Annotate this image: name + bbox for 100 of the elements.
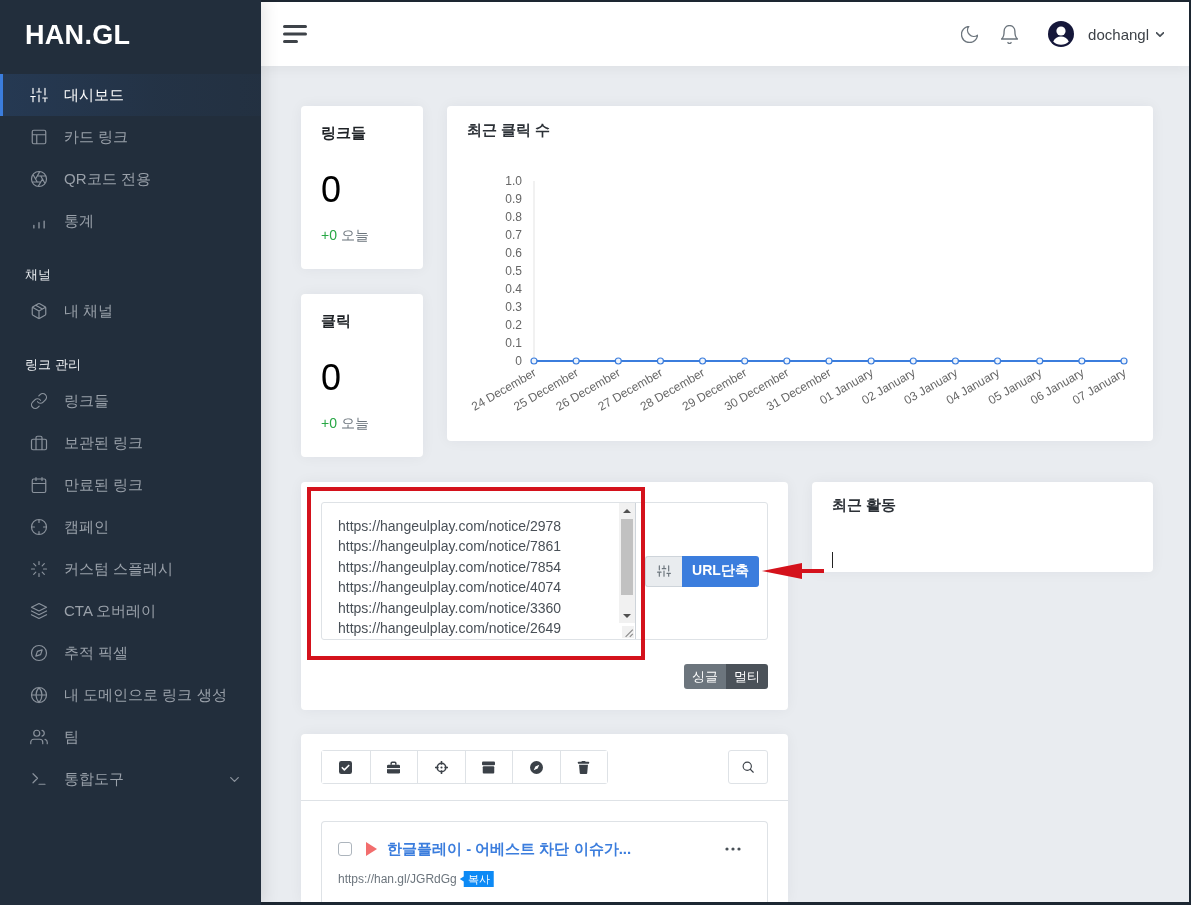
- chevron-down-icon: [230, 776, 239, 782]
- url-textarea[interactable]: https://hangeulplay.com/notice/2978 https://hangeulplay.com/notice/7861 https://hangeulplay.com/notice/7854 https://hangeulplay.com/notice/4074 https://hangeulplay.com/notice/3360 https://hangeulplay.com/notice/2649: [322, 503, 636, 639]
- sidebar-item[interactable]: 보관된 링크: [0, 422, 261, 464]
- data-point: [698, 357, 707, 365]
- y-tick-label: 0: [515, 354, 522, 369]
- stat-period: 오늘: [340, 414, 369, 433]
- mode-toggle-button[interactable]: 싱글: [684, 664, 726, 689]
- data-point: [909, 357, 917, 365]
- stat-change: +0: [321, 226, 337, 245]
- scrollbar-thumb[interactable]: [621, 519, 633, 595]
- copy-button[interactable]: 복사: [459, 871, 494, 887]
- stat-change: +0: [321, 414, 337, 433]
- data-point: [1036, 357, 1044, 365]
- sliders-icon: [30, 86, 48, 104]
- scroll-down-icon[interactable]: [623, 614, 631, 618]
- compass-icon: [30, 644, 48, 662]
- sliders-icon: [657, 564, 671, 578]
- chevron-down-icon: [1156, 31, 1164, 37]
- checkbox[interactable]: [338, 842, 352, 856]
- sidebar-item[interactable]: 추적 픽셀: [0, 632, 261, 674]
- shorten-url-button[interactable]: URL단축: [682, 555, 759, 587]
- data-point: [614, 357, 622, 365]
- briefcase-icon: [30, 434, 48, 452]
- bar-chart-icon: [33, 219, 45, 229]
- sidebar-item[interactable]: 팀: [0, 716, 261, 758]
- y-tick-label: 0.4: [505, 282, 522, 297]
- data-point: [1120, 357, 1128, 365]
- sidebar-item[interactable]: 만료된 링크: [0, 464, 261, 506]
- data-point: [656, 357, 665, 365]
- data-point: [993, 357, 1002, 365]
- menu-icon[interactable]: [283, 25, 307, 43]
- link-title[interactable]: 한글플레이 - 어베스트 차단 이슈가...: [387, 839, 632, 859]
- toolbar-button[interactable]: [559, 751, 607, 783]
- sidebar-section-header: 링크 관리: [24, 356, 81, 374]
- compass-icon: [529, 760, 543, 774]
- stat-title: 클릭: [321, 312, 351, 330]
- text-caret-icon: [832, 552, 833, 568]
- terminal-icon: [30, 770, 48, 788]
- stat-value: 0: [321, 356, 342, 400]
- trash-icon: [577, 760, 591, 774]
- bell-icon[interactable]: [1001, 24, 1019, 44]
- logo[interactable]: HAN.GL: [25, 21, 131, 49]
- data-point: [741, 357, 749, 365]
- sidebar-item[interactable]: 내 채널: [0, 290, 261, 332]
- data-point: [572, 357, 580, 365]
- sidebar-item[interactable]: 대시보드: [0, 74, 261, 116]
- search-button[interactable]: [728, 750, 768, 784]
- search-icon: [742, 761, 754, 773]
- mode-toggle-button[interactable]: 멀티: [726, 664, 768, 689]
- layout-icon: [30, 128, 48, 146]
- stat-period: 오늘: [340, 226, 369, 245]
- y-tick-label: 0.3: [505, 300, 522, 315]
- sidebar-item[interactable]: 내 도메인으로 링크 생성: [0, 674, 261, 716]
- short-url[interactable]: https://han.gl/JGRdGg: [338, 872, 457, 886]
- avatar-icon[interactable]: [1048, 21, 1075, 47]
- annotation-arrow: [762, 562, 824, 580]
- archive-icon: [482, 760, 496, 774]
- stat-title: 링크들: [321, 124, 366, 142]
- cube-icon: [30, 302, 48, 320]
- aperture-icon: [30, 170, 48, 188]
- data-point: [1078, 357, 1086, 365]
- y-tick-label: 1.0: [505, 174, 522, 189]
- y-tick-label: 0.6: [505, 246, 522, 261]
- sidebar-item[interactable]: CTA 오버레이: [0, 590, 261, 632]
- moon-icon[interactable]: [961, 25, 979, 43]
- scroll-up-icon[interactable]: [623, 509, 631, 513]
- more-icon[interactable]: [725, 847, 741, 851]
- y-tick-label: 0.9: [505, 192, 522, 207]
- sidebar-item[interactable]: 통합도구: [0, 758, 261, 800]
- play-icon[interactable]: [366, 842, 377, 856]
- data-point: [530, 357, 538, 365]
- layers-icon: [30, 602, 48, 620]
- y-tick-label: 0.8: [505, 210, 522, 225]
- y-tick-label: 0.5: [505, 264, 522, 279]
- sidebar-item[interactable]: 카드 링크: [0, 116, 261, 158]
- crosshair-icon: [434, 760, 448, 774]
- globe-icon: [30, 686, 48, 704]
- activity-title: 최근 활동: [832, 495, 897, 515]
- scrollbar[interactable]: [619, 503, 635, 623]
- y-tick-label: 0.2: [505, 318, 522, 333]
- link-icon: [30, 392, 48, 410]
- sidebar-section-header: 채널: [24, 266, 51, 284]
- sidebar-item[interactable]: 통계: [0, 200, 261, 242]
- data-point: [951, 357, 960, 365]
- users-icon: [30, 728, 48, 746]
- user-menu-button[interactable]: dochangl: [1088, 25, 1164, 43]
- briefcase-icon: [387, 760, 401, 774]
- sidebar-item[interactable]: 링크들: [0, 380, 261, 422]
- sidebar-item[interactable]: QR코드 전용: [0, 158, 261, 200]
- data-point: [783, 357, 791, 365]
- sidebar-item[interactable]: 커스텀 스플레시: [0, 548, 261, 590]
- settings-button[interactable]: [645, 555, 682, 587]
- y-tick-label: 0.1: [505, 336, 522, 351]
- chart-title: 최근 클릭 수: [467, 120, 551, 140]
- calendar-icon: [30, 476, 48, 494]
- resize-grip-icon[interactable]: [622, 626, 634, 638]
- crosshair-icon: [30, 518, 48, 536]
- sidebar-item[interactable]: 캠페인: [0, 506, 261, 548]
- data-point: [825, 357, 833, 365]
- check-square-icon: [339, 760, 353, 774]
